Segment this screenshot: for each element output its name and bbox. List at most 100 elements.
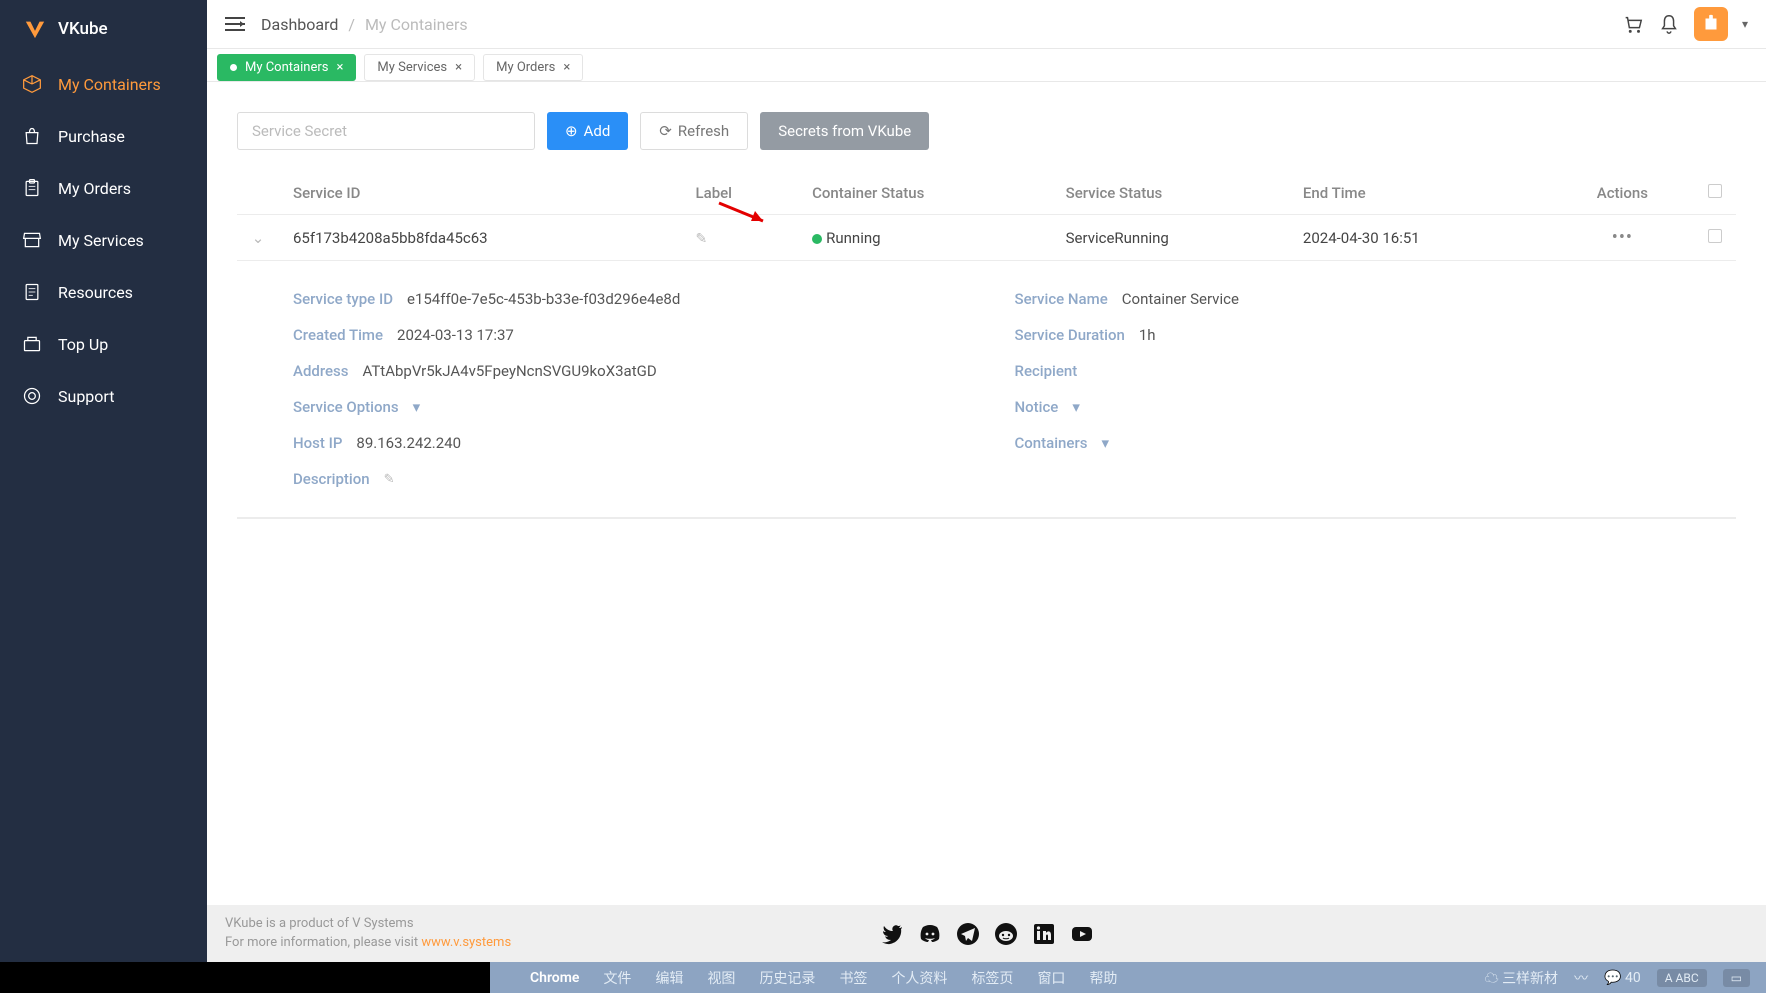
wechat-status[interactable]: 💬 40 xyxy=(1604,970,1641,986)
col-label: Label xyxy=(682,172,799,215)
expand-row-icon[interactable]: ⌄ xyxy=(252,229,265,247)
sidebar-item-support[interactable]: Support xyxy=(0,370,207,422)
sidebar-item-label: Support xyxy=(58,387,114,406)
caret-down-icon[interactable]: ▾ xyxy=(1101,434,1109,452)
discord-icon[interactable] xyxy=(918,922,942,946)
menubar-item[interactable]: 编辑 xyxy=(655,968,683,988)
tab-my-orders[interactable]: My Orders × xyxy=(483,54,583,81)
menubar-app[interactable]: Chrome xyxy=(530,970,579,986)
detail-label: Address xyxy=(293,362,349,380)
detail-value: 1h xyxy=(1139,326,1156,344)
detail-label: Recipient xyxy=(1015,362,1078,380)
menu-toggle-icon[interactable] xyxy=(225,16,245,32)
cell-end-time: 2024-04-30 16:51 xyxy=(1289,215,1551,261)
menubar-item[interactable]: 窗口 xyxy=(1037,968,1065,988)
cell-container-status: Running xyxy=(798,215,1052,261)
menubar-item[interactable]: 书签 xyxy=(839,968,867,988)
sidebar-item-purchase[interactable]: Purchase xyxy=(0,110,207,162)
logo-icon xyxy=(24,18,46,40)
status-text[interactable]: ☁ 三样新材 xyxy=(1485,968,1558,988)
store-icon xyxy=(22,230,42,250)
secrets-button[interactable]: Secrets from VKube xyxy=(760,112,929,150)
caret-down-icon[interactable]: ▾ xyxy=(1072,398,1080,416)
tab-close-icon[interactable]: × xyxy=(563,60,570,75)
tab-my-containers[interactable]: My Containers × xyxy=(217,54,356,81)
detail-label: Service Name xyxy=(1015,290,1108,308)
linkedin-icon[interactable] xyxy=(1032,922,1056,946)
add-button-label: Add xyxy=(584,122,611,140)
bell-icon[interactable] xyxy=(1658,13,1680,35)
reddit-icon[interactable] xyxy=(994,922,1018,946)
edit-icon[interactable]: ✎ xyxy=(384,472,395,487)
toolbar: ⊕ Add ⟳ Refresh Secrets from VKube xyxy=(237,112,1736,150)
search-input[interactable] xyxy=(237,112,535,150)
clipboard-icon xyxy=(22,178,42,198)
sidebar-item-resources[interactable]: Resources xyxy=(0,266,207,318)
menubar-item[interactable]: 视图 xyxy=(707,968,735,988)
footer: VKube is a product of V Systems For more… xyxy=(207,905,1766,962)
breadcrumb-sep: / xyxy=(348,15,355,34)
menubar-item[interactable]: 历史记录 xyxy=(759,968,815,988)
tab-active-dot-icon xyxy=(230,64,237,71)
footer-social xyxy=(880,922,1094,946)
plus-circle-icon: ⊕ xyxy=(565,122,578,140)
detail-label: Service type ID xyxy=(293,290,393,308)
detail-value: ATtAbpVr5kJA4v5FpeyNcnSVGU9koX3atGD xyxy=(363,362,657,380)
menubar-item[interactable]: 帮助 xyxy=(1089,968,1117,988)
main-content: ⊕ Add ⟳ Refresh Secrets from VKube Servi… xyxy=(207,82,1766,905)
tab-close-icon[interactable]: × xyxy=(455,60,462,75)
footer-text: VKube is a product of V Systems For more… xyxy=(225,915,511,951)
cell-service-status: ServiceRunning xyxy=(1052,215,1289,261)
add-button[interactable]: ⊕ Add xyxy=(547,112,628,150)
topup-icon xyxy=(22,334,42,354)
cart-icon[interactable] xyxy=(1622,13,1644,35)
tab-label: My Containers xyxy=(245,60,328,75)
sidebar-item-my-services[interactable]: My Services xyxy=(0,214,207,266)
telegram-icon[interactable] xyxy=(956,922,980,946)
status-running-icon xyxy=(812,234,822,244)
topbar: Dashboard / My Containers ▾ xyxy=(207,0,1766,49)
select-all-checkbox[interactable] xyxy=(1708,184,1722,198)
row-actions-menu[interactable]: ••• xyxy=(1612,227,1633,248)
detail-panel: Service type IDe154ff0e-7e5c-453b-b33e-f… xyxy=(237,261,1736,519)
input-method[interactable]: A ABC xyxy=(1657,969,1707,987)
bag-icon xyxy=(22,126,42,146)
battery-icon[interactable]: ▭ xyxy=(1723,969,1750,987)
tab-close-icon[interactable]: × xyxy=(336,60,343,75)
avatar-caret-icon[interactable]: ▾ xyxy=(1742,17,1748,31)
tab-my-services[interactable]: My Services × xyxy=(364,54,475,81)
footer-link[interactable]: www.v.systems xyxy=(421,935,511,950)
twitter-icon[interactable] xyxy=(880,922,904,946)
row-checkbox[interactable] xyxy=(1708,229,1722,243)
sidebar-item-top-up[interactable]: Top Up xyxy=(0,318,207,370)
detail-label: Host IP xyxy=(293,434,342,452)
menubar-item[interactable]: 标签页 xyxy=(971,968,1013,988)
sidebar-item-label: My Orders xyxy=(58,179,131,198)
sidebar-item-label: My Containers xyxy=(58,75,161,94)
col-service-status: Service Status xyxy=(1052,172,1289,215)
detail-value: 2024-03-13 17:37 xyxy=(397,326,514,344)
edit-label-icon[interactable]: ✎ xyxy=(696,231,708,247)
brand-name: VKube xyxy=(58,19,108,39)
sidebar-item-label: My Services xyxy=(58,231,144,250)
sidebar-item-my-orders[interactable]: My Orders xyxy=(0,162,207,214)
detail-label: Notice xyxy=(1015,398,1059,416)
youtube-icon[interactable] xyxy=(1070,922,1094,946)
cell-service-id: 65f173b4208a5bb8fda45c63 xyxy=(279,215,682,261)
detail-value: 89.163.242.240 xyxy=(356,434,461,452)
detail-label: Created Time xyxy=(293,326,383,344)
sidebar-item-my-containers[interactable]: My Containers xyxy=(0,58,207,110)
detail-value: Container Service xyxy=(1122,290,1239,308)
refresh-button[interactable]: ⟳ Refresh xyxy=(640,112,748,150)
caret-down-icon[interactable]: ▾ xyxy=(413,398,421,416)
secrets-button-label: Secrets from VKube xyxy=(778,122,911,140)
menubar-item[interactable]: 文件 xyxy=(603,968,631,988)
breadcrumb-root[interactable]: Dashboard xyxy=(261,15,338,34)
col-actions: Actions xyxy=(1551,172,1694,215)
sync-icon[interactable]: 〰 xyxy=(1574,968,1588,988)
avatar[interactable] xyxy=(1694,7,1728,41)
menubar-item[interactable]: 个人资料 xyxy=(891,968,947,988)
brand-logo[interactable]: VKube xyxy=(0,0,207,58)
sidebar: VKube My Containers Purchase My Orders M… xyxy=(0,0,207,962)
tab-label: My Orders xyxy=(496,60,555,75)
